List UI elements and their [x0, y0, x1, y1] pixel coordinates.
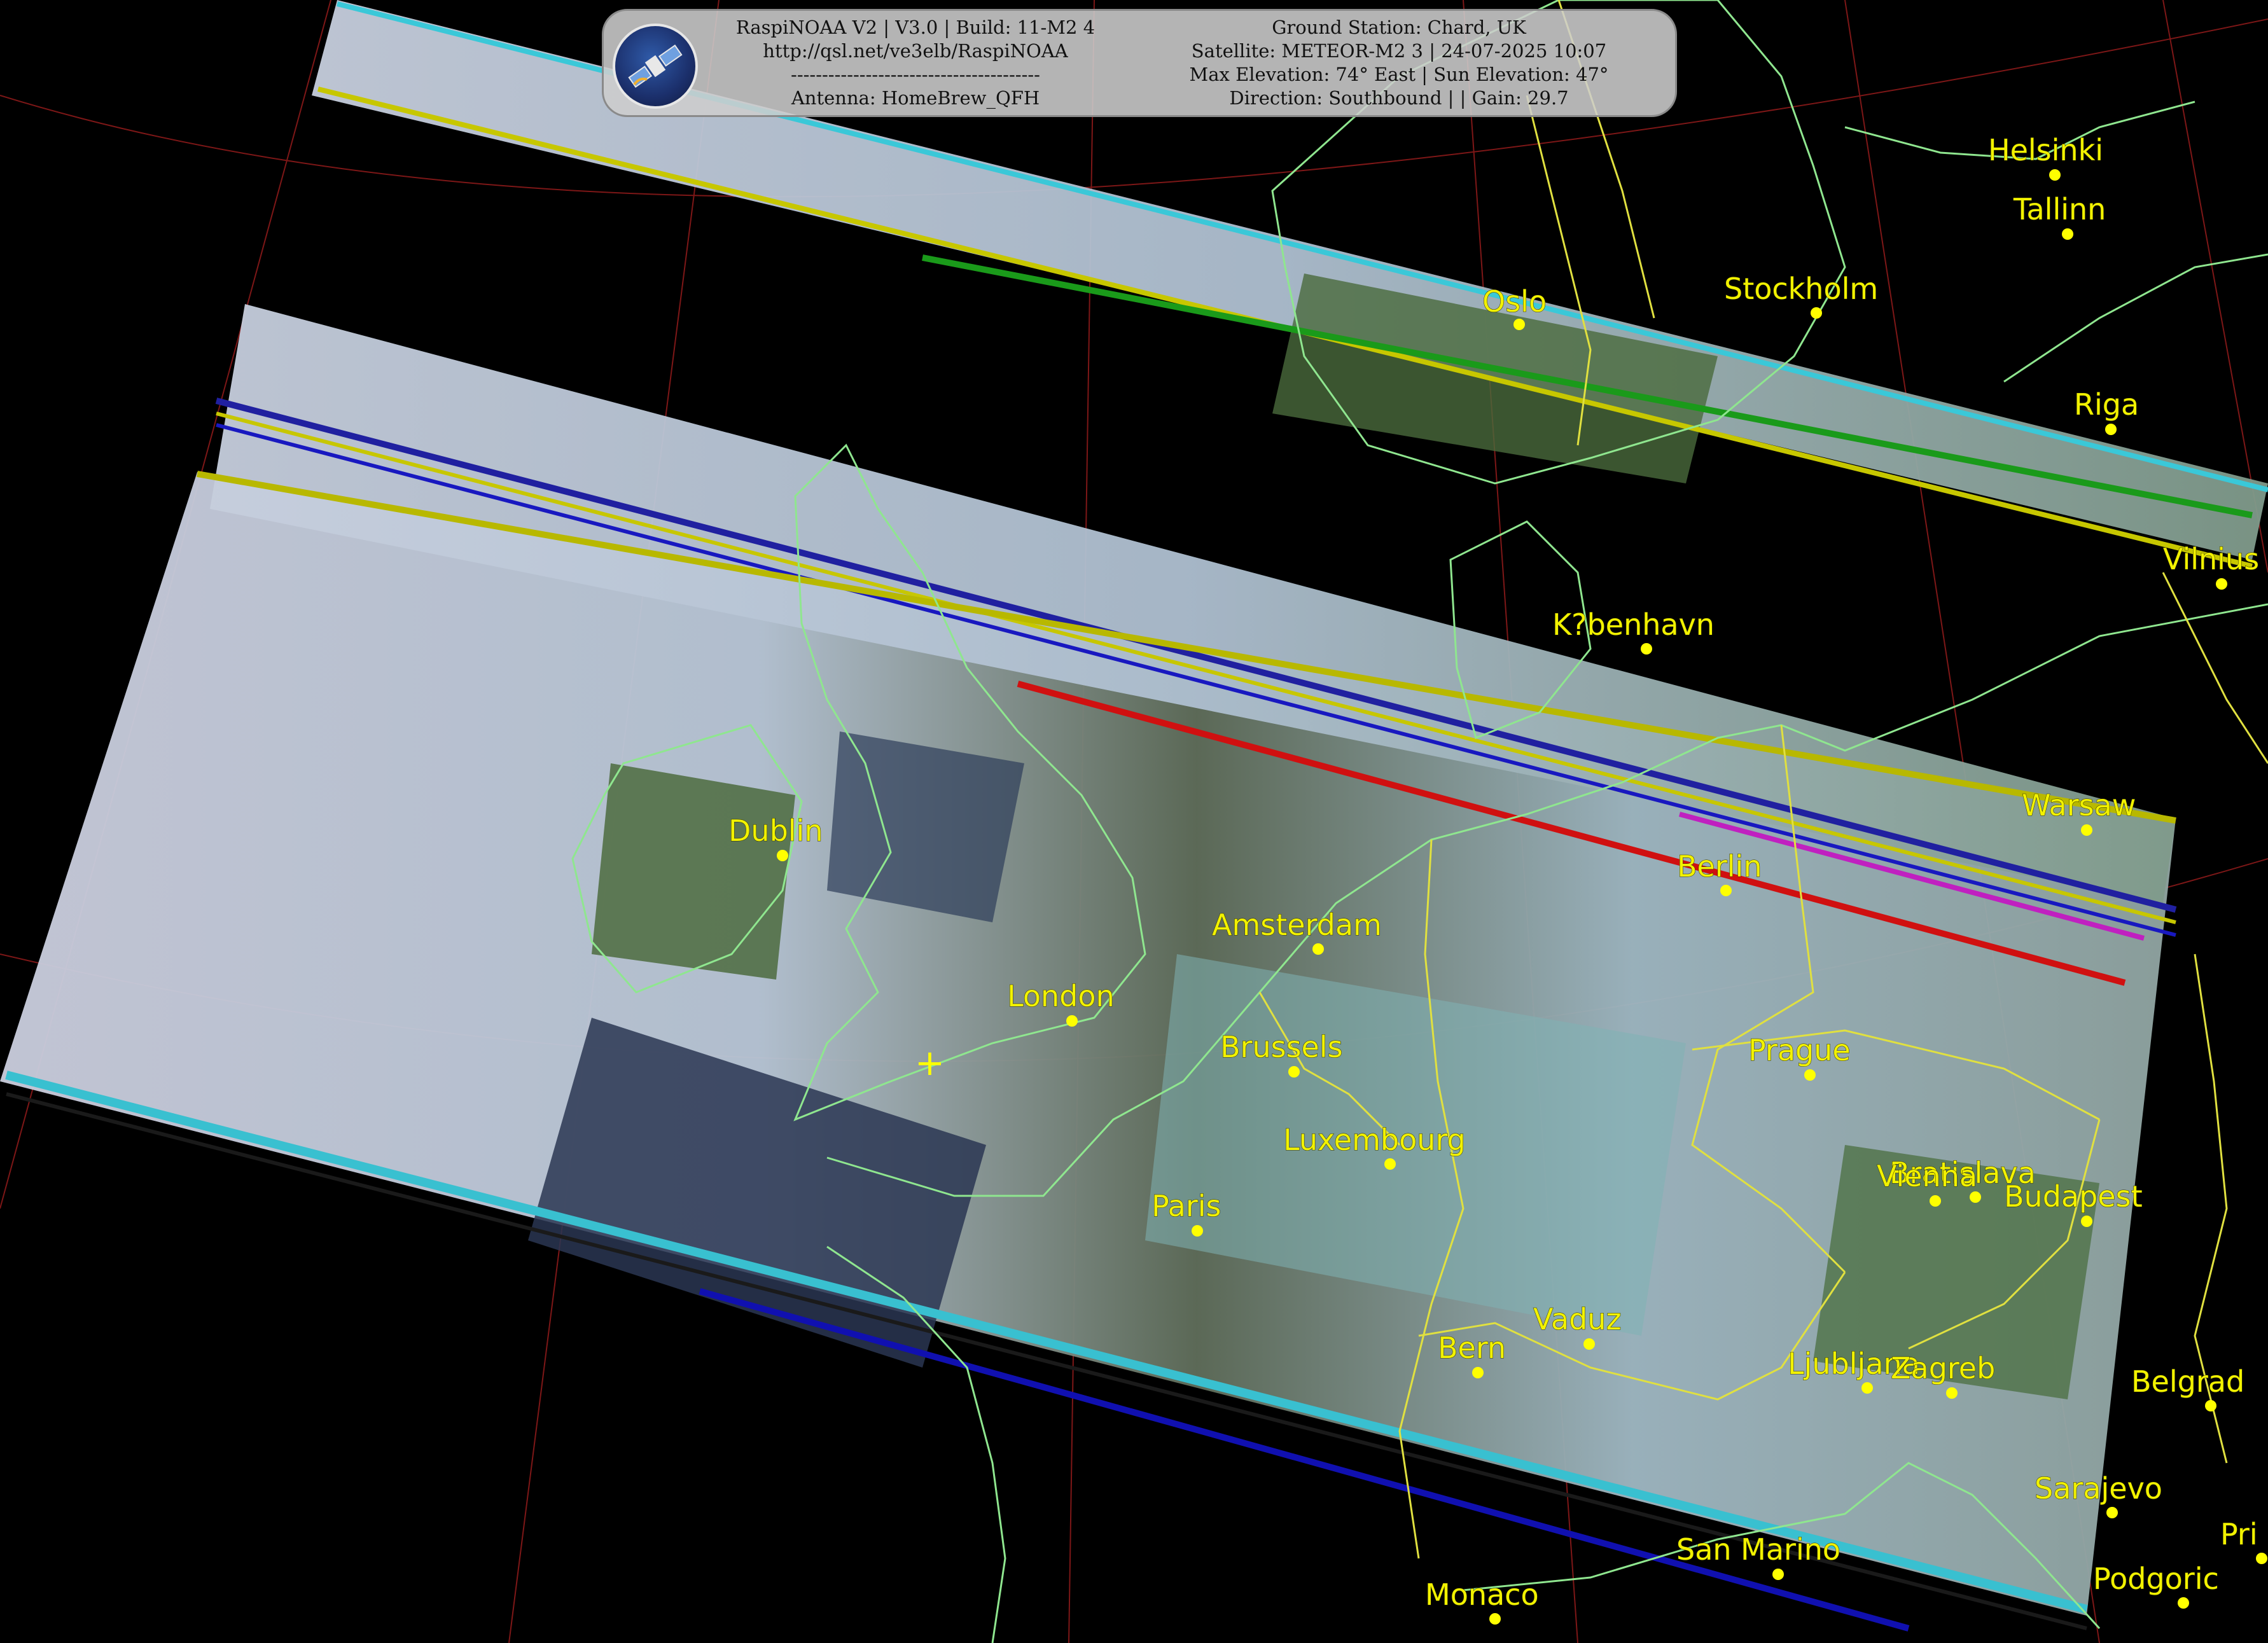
banner-software-version: RaspiNOAA V2 | V3.0 | Build: 11-M2 4	[735, 17, 1096, 38]
city-dot	[1312, 943, 1324, 955]
city-dot	[1384, 1158, 1396, 1170]
city-dot	[777, 850, 788, 861]
city-label: K?benhavn	[1552, 607, 1715, 642]
city-label: Tallinn	[2013, 192, 2106, 226]
city-dot	[2049, 169, 2061, 181]
city-dot	[1720, 885, 1732, 896]
banner-elevation: Max Elevation: 74° East | Sun Elevation:…	[1189, 64, 1609, 85]
city-pristina: Pri	[2220, 1517, 2267, 1564]
city-dot	[1583, 1338, 1595, 1350]
city-label: Sarajevo	[2035, 1471, 2162, 1506]
ground-station-marker: +	[915, 1043, 945, 1084]
city-dot	[1489, 1613, 1501, 1625]
city-dot	[2205, 1400, 2216, 1411]
city-stockholm: Stockholm	[1724, 272, 1879, 319]
city-monaco: Monaco	[1425, 1577, 1539, 1625]
city-dot	[2106, 1507, 2118, 1518]
city-label: Luxembourg	[1283, 1123, 1466, 1157]
city-label: Podgoric	[2093, 1562, 2219, 1596]
city-vilnius: Vilnius	[2163, 542, 2260, 590]
city-dot	[1472, 1367, 1484, 1378]
city-tallinn: Tallinn	[2013, 192, 2106, 240]
city-kobenhavn: K?benhavn	[1552, 607, 1715, 655]
city-label: San Marino	[1676, 1532, 1840, 1567]
city-dot	[1804, 1069, 1816, 1081]
city-label: Dublin	[728, 814, 823, 848]
city-dot	[2081, 1216, 2092, 1227]
pass-info-banner: RaspiNOAA V2 | V3.0 | Build: 11-M2 4 htt…	[602, 9, 1677, 117]
city-dot	[2256, 1553, 2267, 1564]
city-dot	[1772, 1569, 1784, 1580]
city-label: Vienna	[1877, 1159, 1977, 1193]
city-label: Monaco	[1425, 1577, 1539, 1612]
city-label: Budapest	[2004, 1179, 2143, 1214]
city-label: Zagreb	[1891, 1351, 1995, 1385]
city-dot	[2062, 228, 2073, 240]
city-label: Belgrad	[2131, 1364, 2244, 1399]
city-dot	[1861, 1382, 1873, 1394]
city-label: Pri	[2220, 1517, 2258, 1551]
banner-pass-info: Ground Station: Chard, UK Satellite: MET…	[1122, 16, 1676, 110]
city-dot	[2105, 424, 2117, 435]
banner-separator: ----------------------------------------	[791, 64, 1040, 85]
city-label: Stockholm	[1724, 272, 1878, 306]
city-dot	[1513, 319, 1525, 330]
city-label: Berlin	[1677, 849, 1762, 884]
city-label: Vaduz	[1533, 1302, 1622, 1336]
city-label: London	[1007, 979, 1115, 1013]
city-label: Helsinki	[1988, 133, 2103, 167]
banner-url: http://qsl.net/ve3elb/RaspiNOAA	[763, 40, 1068, 62]
city-podgorica: Podgoric	[2093, 1562, 2219, 1609]
city-label: Prague	[1748, 1033, 1851, 1067]
satellite-icon	[613, 24, 698, 109]
city-label: Riga	[2074, 387, 2139, 422]
city-label: Bern	[1438, 1331, 1506, 1365]
city-riga: Riga	[2074, 387, 2139, 435]
banner-antenna: Antenna: HomeBrew_QFH	[791, 87, 1040, 109]
city-dot	[1066, 1015, 1078, 1027]
city-label: Warsaw	[2022, 788, 2136, 822]
city-dot	[2216, 578, 2227, 590]
city-dot	[1641, 643, 1652, 655]
city-dot	[1930, 1195, 1941, 1207]
city-belgrade: Belgrad	[2131, 1364, 2245, 1411]
banner-ground-station: Ground Station: Chard, UK	[1272, 17, 1526, 38]
city-label: Oslo	[1482, 284, 1547, 319]
banner-direction-gain: Direction: Southbound | | Gain: 29.7	[1229, 87, 1569, 109]
city-label: Amsterdam	[1212, 908, 1382, 942]
city-helsinki: Helsinki	[1988, 133, 2104, 181]
banner-station-info: RaspiNOAA V2 | V3.0 | Build: 11-M2 4 htt…	[712, 16, 1119, 110]
city-label: Paris	[1151, 1189, 1221, 1223]
city-dot	[2081, 824, 2092, 836]
satellite-map-viewer: Helsinki Tallinn Stockholm Oslo Riga Vilnius K…	[0, 0, 2268, 1643]
city-dot	[2178, 1597, 2189, 1609]
banner-satellite: Satellite: METEOR-M2 3 | 24-07-2025 10:0…	[1191, 40, 1607, 62]
city-dot	[1946, 1387, 1958, 1399]
city-label: Brussels	[1220, 1030, 1343, 1064]
city-dot	[1811, 307, 1822, 319]
city-dot	[1192, 1225, 1203, 1237]
map-canvas: Helsinki Tallinn Stockholm Oslo Riga Vilnius K…	[0, 0, 2268, 1643]
city-dot	[1288, 1066, 1300, 1078]
city-label: Vilnius	[2163, 542, 2259, 576]
